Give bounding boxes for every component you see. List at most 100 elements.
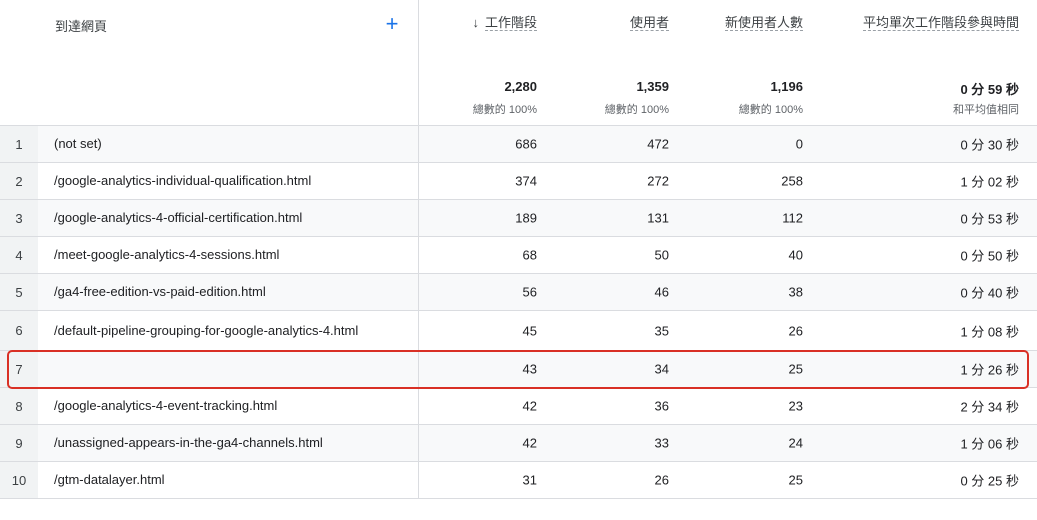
landing-page-link[interactable]: /google-analytics-4-event-tracking.html — [54, 397, 384, 415]
metric-title-users[interactable]: 使用者 — [629, 14, 669, 32]
row-index: 9 — [0, 425, 38, 461]
metric-cells: 374 272 258 1 分 02 秒 — [419, 163, 1037, 199]
landing-page-cell — [38, 351, 419, 387]
metric-title-avg-engagement-time[interactable]: 平均單次工作階段參與時間 — [859, 14, 1019, 32]
metric-total-users: 1,359 — [636, 79, 669, 94]
landing-page-link[interactable]: /google-analytics-4-official-certificati… — [54, 209, 384, 227]
metric-value-users: 272 — [647, 173, 669, 189]
metric-share-sessions: 總數的 100% — [472, 104, 537, 116]
landing-page-cell: /google-analytics-4-official-certificati… — [38, 200, 419, 236]
metric-value-avgtime: 0 分 40 秒 — [960, 285, 1019, 301]
dimension-title[interactable]: 到達網頁 — [55, 16, 107, 35]
metric-value-sessions: 56 — [522, 284, 537, 300]
metric-value-newusers: 25 — [788, 472, 803, 488]
metric-value-sessions: 43 — [522, 361, 537, 377]
metric-cells: 42 36 23 2 分 34 秒 — [419, 388, 1037, 424]
metric-title-new-users[interactable]: 新使用者人數 — [725, 14, 804, 32]
metric-value-sessions: 45 — [522, 323, 537, 338]
metric-value-newusers: 112 — [782, 210, 803, 226]
arrow-down-icon: ↓ — [472, 15, 479, 30]
landing-page-link[interactable]: /gtm-datalayer.html — [54, 471, 384, 489]
row-index: 6 — [0, 311, 38, 350]
metric-value-newusers: 0 — [795, 136, 803, 152]
metric-share-users: 總數的 100% — [604, 104, 669, 116]
metric-value-newusers: 24 — [788, 435, 803, 451]
table-row: 9/unassigned-appears-in-the-ga4-channels… — [0, 425, 1037, 462]
metric-total-new-users: 1,196 — [770, 79, 803, 94]
metric-value-users: 131 — [647, 210, 669, 226]
landing-page-cell: /meet-google-analytics-4-sessions.html — [38, 237, 419, 273]
landing-page-link[interactable]: /ga4-free-edition-vs-paid-edition.html — [54, 283, 384, 301]
metric-header-sessions: ↓ 工作階段 2,280 總數的 100% — [419, 0, 537, 125]
row-index: 4 — [0, 237, 38, 273]
metric-value-avgtime: 1 分 06 秒 — [960, 436, 1019, 452]
landing-page-link[interactable]: /unassigned-appears-in-the-ga4-channels.… — [54, 434, 384, 452]
metric-value-avgtime: 1 分 08 秒 — [960, 324, 1019, 339]
landing-page-cell: /unassigned-appears-in-the-ga4-channels.… — [38, 425, 419, 461]
metric-value-avgtime: 0 分 25 秒 — [960, 473, 1019, 489]
landing-page-cell: /google-analytics-individual-qualificati… — [38, 163, 419, 199]
metric-value-sessions: 189 — [515, 210, 537, 226]
metric-cells: 42 33 24 1 分 06 秒 — [419, 425, 1037, 461]
metric-cells: 43 34 25 1 分 26 秒 — [419, 351, 1037, 387]
metric-value-newusers: 38 — [788, 284, 803, 300]
metric-value-newusers: 40 — [788, 247, 803, 263]
metric-share-new-users: 總數的 100% — [738, 104, 803, 116]
landing-page-cell: /google-analytics-4-event-tracking.html — [38, 388, 419, 424]
table-row: 2/google-analytics-individual-qualificat… — [0, 163, 1037, 200]
metric-value-avgtime: 1 分 26 秒 — [960, 362, 1019, 378]
metric-value-users: 472 — [647, 136, 669, 152]
metric-cells: 31 26 25 0 分 25 秒 — [419, 462, 1037, 498]
metric-value-avgtime: 0 分 53 秒 — [960, 211, 1019, 227]
table-row: 3/google-analytics-4-official-certificat… — [0, 200, 1037, 237]
landing-page-cell: (not set) — [38, 126, 419, 162]
metric-value-sessions: 68 — [522, 247, 537, 263]
landing-page-link[interactable]: (not set) — [54, 135, 384, 153]
metric-share-avg-engagement-time: 和平均值相同 — [953, 104, 1019, 116]
metric-cells: 189 131 112 0 分 53 秒 — [419, 200, 1037, 236]
metric-value-newusers: 23 — [788, 398, 803, 414]
table-body: 1 (not set) 686 472 0 0 分 30 秒 2/google-analyt… — [0, 126, 1037, 499]
row-index: 1 — [0, 126, 38, 162]
landing-page-link[interactable]: /google-analytics-individual-qualificati… — [54, 172, 384, 190]
table-row: 4/meet-google-analytics-4-sessions.html 6… — [0, 237, 1037, 274]
table-row: 1 (not set) 686 472 0 0 分 30 秒 — [0, 126, 1037, 163]
row-index: 8 — [0, 388, 38, 424]
row-index: 10 — [0, 462, 38, 498]
metric-value-avgtime: 1 分 02 秒 — [960, 174, 1019, 190]
metric-total-sessions: 2,280 — [504, 79, 537, 94]
metric-header-avg-engagement-time: 平均單次工作階段參與時間 0 分 59 秒 和平均值相同 — [803, 0, 1019, 125]
metric-value-newusers: 26 — [788, 323, 803, 338]
landing-page-link[interactable]: /meet-google-analytics-4-sessions.html — [54, 246, 384, 264]
row-index: 3 — [0, 200, 38, 236]
metric-cells: 686 472 0 0 分 30 秒 — [419, 126, 1037, 162]
landing-page-cell: /gtm-datalayer.html — [38, 462, 419, 498]
table-header: 到達網頁 + ↓ 工作階段 2,280 總數的 100% 使用者 1,359 總數… — [0, 0, 1037, 126]
metric-value-users: 46 — [654, 284, 669, 300]
metric-cells: 56 46 38 0 分 40 秒 — [419, 274, 1037, 310]
metric-value-users: 26 — [654, 472, 669, 488]
metric-value-avgtime: 0 分 50 秒 — [960, 248, 1019, 264]
dimension-header: 到達網頁 + — [0, 0, 419, 125]
metric-title-sessions[interactable]: ↓ 工作階段 — [472, 14, 537, 32]
row-index: 7 — [0, 351, 38, 387]
metric-value-avgtime: 0 分 30 秒 — [960, 137, 1019, 153]
metric-value-users: 33 — [654, 435, 669, 451]
metric-header-users: 使用者 1,359 總數的 100% — [537, 0, 669, 125]
landing-page-cell: /ga4-free-edition-vs-paid-edition.html — [38, 274, 419, 310]
table-row: 6/default-pipeline-grouping-for-google-a… — [0, 311, 1037, 351]
landing-page-link[interactable]: /default-pipeline-grouping-for-google-an… — [54, 322, 384, 340]
metric-value-sessions: 31 — [522, 472, 537, 488]
table-row: 5/ga4-free-edition-vs-paid-edition.html 5… — [0, 274, 1037, 311]
metric-value-sessions: 374 — [515, 173, 537, 189]
table-row: 10/gtm-datalayer.html 31 26 25 0 分 25 秒 — [0, 462, 1037, 499]
metric-value-avgtime: 2 分 34 秒 — [960, 399, 1019, 415]
landing-page-report-table: 到達網頁 + ↓ 工作階段 2,280 總數的 100% 使用者 1,359 總數… — [0, 0, 1037, 520]
plus-icon[interactable]: + — [380, 10, 404, 38]
table-row: 7 43 34 25 1 分 26 秒 — [0, 351, 1037, 388]
landing-page-cell: /default-pipeline-grouping-for-google-an… — [38, 311, 419, 350]
row-index: 2 — [0, 163, 38, 199]
metric-total-avg-engagement-time: 0 分 59 秒 — [960, 82, 1019, 97]
metric-value-users: 34 — [654, 361, 669, 377]
metric-value-users: 35 — [654, 323, 669, 338]
